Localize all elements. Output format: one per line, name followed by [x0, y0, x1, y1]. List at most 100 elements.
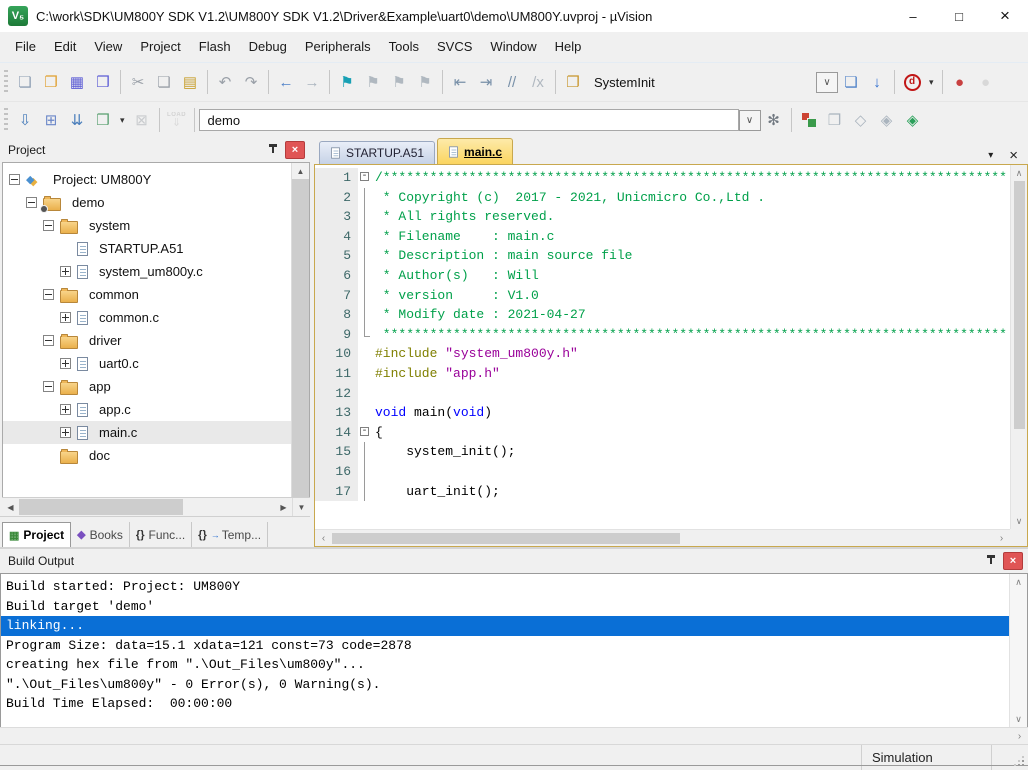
pack-installer-icon[interactable]: ◈: [900, 107, 926, 133]
tab-list-dropdown-icon[interactable]: ▾: [988, 150, 993, 161]
panel-close-icon[interactable]: ×: [285, 141, 305, 159]
insert-remove-breakpoint-icon[interactable]: ●: [947, 69, 973, 95]
panel-tab-temp[interactable]: {}→Temp...: [192, 522, 268, 547]
bookmark-toggle-icon[interactable]: ⚑: [334, 69, 360, 95]
expander-plus-icon[interactable]: [60, 266, 71, 277]
bookmark-next-icon[interactable]: ⚑: [386, 69, 412, 95]
build-line[interactable]: Build started: Project: UM800Y: [1, 577, 1009, 597]
build-line[interactable]: linking...: [1, 616, 1009, 636]
tree-node-app-c[interactable]: app.c: [3, 398, 291, 421]
tab-main-c[interactable]: main.c: [437, 138, 513, 164]
build-vertical-scrollbar[interactable]: ∧ ∨: [1009, 574, 1027, 727]
tree-node-system[interactable]: system: [3, 214, 291, 237]
menu-flash[interactable]: Flash: [190, 36, 240, 58]
panel-tab-func[interactable]: {}Func...: [130, 522, 192, 547]
expander-plus-icon[interactable]: [60, 358, 71, 369]
scroll-up-icon[interactable]: ∧: [1011, 165, 1027, 181]
scroll-left-icon[interactable]: ◀: [2, 498, 19, 516]
toolbar-grip[interactable]: [4, 108, 8, 132]
tree-vertical-scrollbar[interactable]: ▲: [291, 163, 309, 497]
menu-view[interactable]: View: [85, 36, 131, 58]
expander-minus-icon[interactable]: [26, 197, 37, 208]
rebuild-all-icon[interactable]: ⇊: [64, 107, 90, 133]
tree-node-doc[interactable]: doc: [3, 444, 291, 467]
translate-file-icon[interactable]: ⇩: [12, 107, 38, 133]
expander-minus-icon[interactable]: [43, 335, 54, 346]
scroll-right-icon[interactable]: ▶: [275, 498, 292, 516]
find-in-files-icon[interactable]: ❐: [560, 69, 586, 95]
scroll-right-icon[interactable]: ›: [993, 530, 1010, 546]
disable-breakpoint-icon[interactable]: ●: [973, 69, 999, 95]
debug-dropdown-caret[interactable]: ▾: [929, 77, 934, 88]
redo-icon[interactable]: ↷: [238, 69, 264, 95]
pin-icon[interactable]: [983, 553, 999, 569]
build-line[interactable]: Build target 'demo': [1, 597, 1009, 617]
close-document-icon[interactable]: ×: [1009, 147, 1018, 164]
fold-collapse-icon[interactable]: [358, 168, 373, 188]
expander-plus-icon[interactable]: [60, 312, 71, 323]
bookmark-previous-icon[interactable]: ⚑: [360, 69, 386, 95]
tree-node-startup-a51[interactable]: STARTUP.A51: [3, 237, 291, 260]
tree-node-main-c[interactable]: main.c: [3, 421, 291, 444]
search-text-combo[interactable]: SystemInit: [586, 71, 816, 93]
scrollbar-thumb[interactable]: [332, 533, 680, 544]
multi-project-icon[interactable]: ❒: [822, 107, 848, 133]
toolbar-grip[interactable]: [4, 70, 8, 94]
find-icon[interactable]: ❏: [838, 69, 864, 95]
tab-startup-a51[interactable]: STARTUP.A51: [319, 141, 435, 164]
tree-node-uart0-c[interactable]: uart0.c: [3, 352, 291, 375]
panel-tab-books[interactable]: ◆Books: [71, 522, 130, 547]
build-output-log[interactable]: Build started: Project: UM800YBuild targ…: [1, 574, 1009, 727]
navigate-back-icon[interactable]: ←: [273, 69, 299, 95]
scroll-up-icon[interactable]: ∧: [1010, 574, 1027, 590]
save-icon[interactable]: ▦: [64, 69, 90, 95]
panel-tab-project[interactable]: ▦Project: [2, 522, 71, 547]
scroll-down-icon[interactable]: ∨: [1011, 513, 1027, 529]
scroll-left-icon[interactable]: ‹: [315, 530, 332, 546]
target-select-combo[interactable]: demo: [199, 109, 739, 131]
build-line[interactable]: ".\Out_Files\um800y" - 0 Error(s), 0 War…: [1, 675, 1009, 695]
tree-node-demo[interactable]: demo: [3, 191, 291, 214]
menu-help[interactable]: Help: [546, 36, 591, 58]
tree-horizontal-scrollbar[interactable]: ◀ ▶ ▼: [2, 497, 310, 516]
manage-components-icon[interactable]: ◇: [848, 107, 874, 133]
tree-node-app[interactable]: app: [3, 375, 291, 398]
uncomment-selection-icon[interactable]: /x: [525, 69, 551, 95]
download-icon[interactable]: LOAD⇓: [164, 107, 190, 133]
unindent-icon[interactable]: ⇤: [447, 69, 473, 95]
start-stop-debug-icon[interactable]: d: [899, 69, 925, 95]
scrollbar-track[interactable]: [19, 498, 275, 516]
editor-horizontal-scrollbar[interactable]: ‹ ›: [315, 529, 1010, 546]
incremental-find-icon[interactable]: ↓: [864, 69, 890, 95]
cut-icon[interactable]: ✂: [125, 69, 151, 95]
manage-rte-icon[interactable]: [796, 107, 822, 133]
scroll-right-icon[interactable]: ›: [1011, 728, 1028, 744]
stop-build-icon[interactable]: ⊠: [129, 107, 155, 133]
maximize-button[interactable]: □: [936, 0, 982, 32]
indent-icon[interactable]: ⇥: [473, 69, 499, 95]
build-line[interactable]: Program Size: data=15.1 xdata=121 const=…: [1, 636, 1009, 656]
menu-edit[interactable]: Edit: [45, 36, 85, 58]
scrollbar-thumb[interactable]: [19, 499, 183, 515]
tree-node-system-um800y-c[interactable]: system_um800y.c: [3, 260, 291, 283]
batch-build-icon[interactable]: ❒: [90, 107, 116, 133]
scrollbar-thumb[interactable]: [292, 179, 309, 497]
close-button[interactable]: ×: [982, 0, 1028, 32]
resize-grip-icon[interactable]: [1012, 745, 1028, 770]
build-line[interactable]: Build Time Elapsed: 00:00:00: [1, 694, 1009, 714]
expander-minus-icon[interactable]: [43, 381, 54, 392]
scrollbar-thumb[interactable]: [1014, 181, 1025, 429]
tree-node-common-c[interactable]: common.c: [3, 306, 291, 329]
tree-node-driver[interactable]: driver: [3, 329, 291, 352]
scroll-down-icon[interactable]: ∨: [1010, 711, 1027, 727]
save-all-icon[interactable]: ❒: [90, 69, 116, 95]
copy-icon[interactable]: ❏: [151, 69, 177, 95]
menu-project[interactable]: Project: [131, 36, 189, 58]
open-file-icon[interactable]: ❐: [38, 69, 64, 95]
expander-minus-icon[interactable]: [43, 289, 54, 300]
menu-tools[interactable]: Tools: [380, 36, 428, 58]
expander-minus-icon[interactable]: [9, 174, 20, 185]
bookmark-clear-icon[interactable]: ⚑: [412, 69, 438, 95]
code-editor[interactable]: 1/**************************************…: [315, 165, 1010, 529]
batch-build-dropdown-caret[interactable]: ▾: [120, 115, 125, 126]
